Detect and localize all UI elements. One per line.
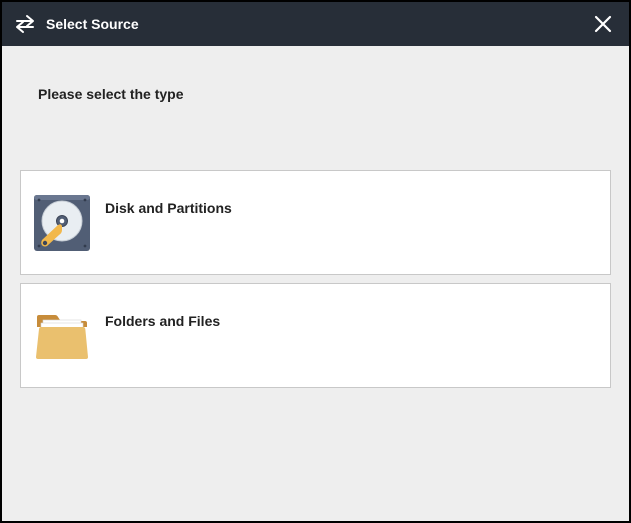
dialog-content: Please select the type — [2, 46, 629, 521]
option-label: Disk and Partitions — [105, 200, 232, 216]
options-list: Disk and Partitions Folders and Files — [20, 170, 611, 388]
instruction-text: Please select the type — [38, 86, 611, 102]
disk-icon — [31, 192, 93, 254]
close-button[interactable] — [589, 10, 617, 38]
folder-icon — [31, 305, 93, 367]
titlebar: Select Source — [2, 2, 629, 46]
dialog-title: Select Source — [46, 16, 589, 32]
app-swap-icon — [14, 13, 36, 35]
dialog-window: Select Source Please select the type — [0, 0, 631, 523]
option-disk-partitions[interactable]: Disk and Partitions — [20, 170, 611, 275]
close-icon — [594, 15, 612, 33]
option-label: Folders and Files — [105, 313, 220, 329]
option-folders-files[interactable]: Folders and Files — [20, 283, 611, 388]
